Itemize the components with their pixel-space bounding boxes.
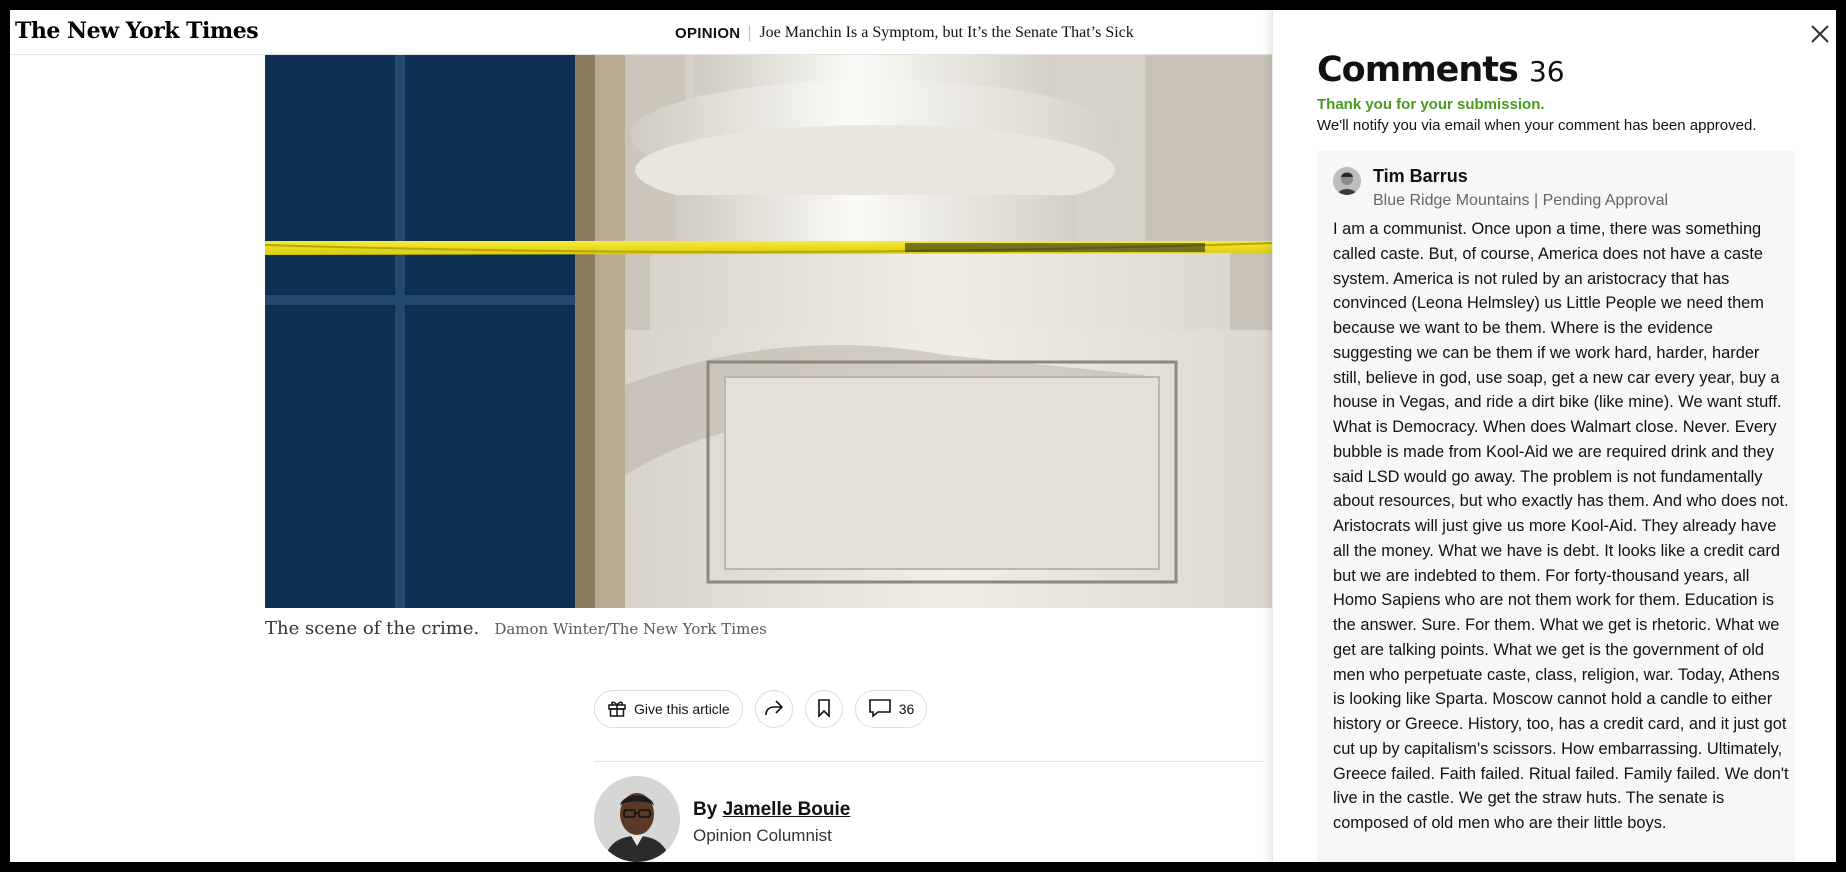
pending-comment: Tim Barrus Blue Ridge Mountains | Pendin… [1317,151,1795,862]
commenter-meta: Blue Ridge Mountains | Pending Approval [1373,192,1669,209]
comment-icon [868,698,892,721]
gift-article-button[interactable]: Give this article [594,690,743,728]
share-button[interactable] [754,690,793,728]
comments-total: 36 [1528,55,1565,88]
comments-heading: Comments 36 [1317,50,1565,90]
comments-button[interactable]: 36 [854,690,928,728]
gift-icon [607,698,627,721]
comments-panel: Comments 36 Thank you for your submissio… [1272,10,1836,862]
nyt-logo[interactable]: The New York Times [15,18,259,44]
gift-article-label: Give this article [634,701,730,717]
byline-prefix: By [693,799,718,820]
header-divider [749,25,751,41]
comments-count: 36 [898,701,915,717]
author-role: Opinion Columnist [693,826,832,845]
photo-credit: Damon Winter/The New York Times [494,620,767,638]
share-icon [764,699,784,720]
comments-title: Comments [1317,50,1519,90]
author-avatar [594,776,680,862]
section-divider [594,761,1264,762]
bookmark-icon [817,698,831,721]
photo-illustration [265,55,1273,608]
article-photo [265,55,1273,608]
header-headline-bar: OPINION Joe Manchin Is a Symptom, but It… [675,24,1134,42]
close-comments-button[interactable] [1808,22,1832,46]
save-button[interactable] [804,690,843,728]
byline: By Jamelle Bouie [693,799,850,821]
section-label[interactable]: OPINION [675,25,740,42]
commenter-name: Tim Barrus [1373,166,1468,186]
caption-text: The scene of the crime. [265,618,480,639]
article-headline: Joe Manchin Is a Symptom, but It’s the S… [759,24,1134,41]
browser-viewport: The New York Times OPINION Joe Manchin I… [10,10,1836,862]
close-icon [1808,25,1832,50]
commenter-avatar [1333,167,1361,195]
comment-body: I am a communist. Once upon a time, ther… [1333,220,1789,832]
article-actions: Give this article 36 [594,690,928,728]
photo-caption: The scene of the crime. Damon Winter/The… [265,618,767,639]
approval-notice: We'll notify you via email when your com… [1317,117,1757,134]
submission-confirmation: Thank you for your submission. [1317,96,1545,113]
author-link[interactable]: Jamelle Bouie [723,799,851,820]
